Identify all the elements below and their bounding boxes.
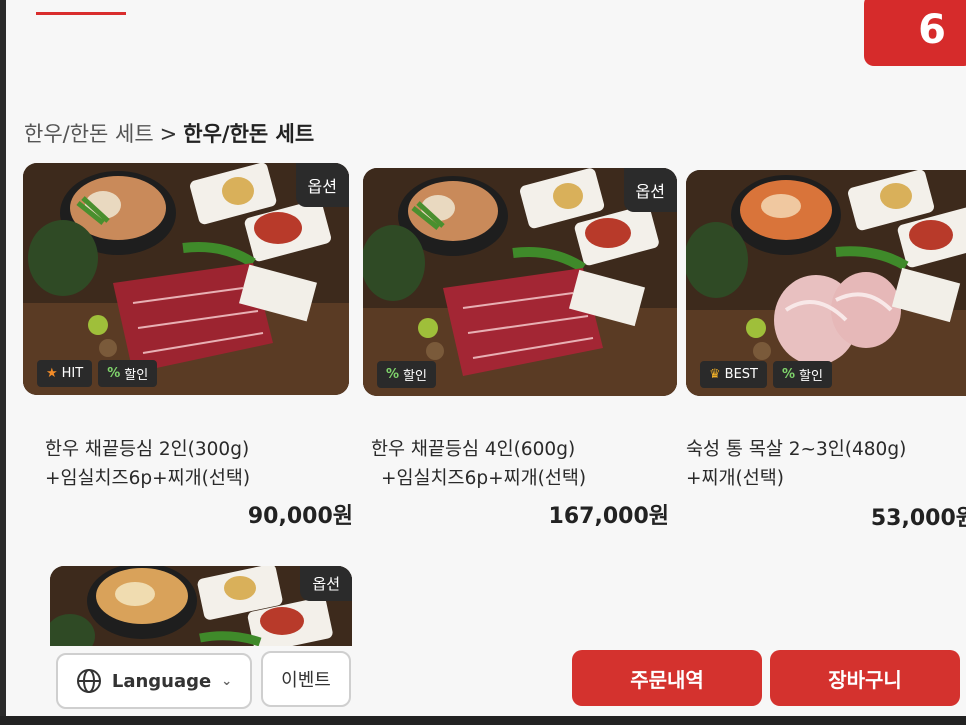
active-category-underline xyxy=(36,12,126,15)
option-badge: 옵션 xyxy=(623,168,677,212)
globe-icon xyxy=(76,669,101,693)
discount-tag: % 할인 xyxy=(772,361,832,388)
product-card-2[interactable]: 옵션 % 할인 한우 채끝등심 4인(600g) +임실치즈6p+찌개(선택) 1… xyxy=(363,168,683,529)
best-tag: ♛ BEST xyxy=(700,361,767,388)
product-price: 53,000원 xyxy=(870,506,966,531)
cart-count-badge[interactable]: 6 xyxy=(864,0,966,66)
chevron-down-icon: ⌄ xyxy=(221,673,233,689)
product-name-line1: 한우 채끝등심 2인(300g) xyxy=(45,439,250,460)
tag-label: 할인 xyxy=(799,369,823,384)
product-image[interactable]: 옵션 ★ HIT % 할인 xyxy=(23,163,349,395)
kiosk-screen: 6 한우/한돈 세트 > 한우/한돈 세트 옵션 ★ HIT % 할인 한우 채… xyxy=(6,0,966,718)
percent-icon: % xyxy=(386,367,400,382)
breadcrumb-separator: > xyxy=(159,122,178,146)
discount-tag: % 할인 xyxy=(98,360,158,387)
cart-label: 장바구니 xyxy=(828,667,902,692)
percent-icon: % xyxy=(107,366,121,381)
product-image[interactable]: 옵션 % 할인 xyxy=(363,168,677,396)
tag-label: BEST xyxy=(724,367,758,382)
product-name: 한우 채끝등심 4인(600g) +임실치즈6p+찌개(선택) xyxy=(371,435,586,493)
hit-tag: ★ HIT xyxy=(37,360,93,387)
product-name-line2: +찌개(선택) xyxy=(686,468,785,489)
product-image[interactable]: 옵션 xyxy=(50,566,352,646)
event-label: 이벤트 xyxy=(281,670,331,691)
product-name-line2: +임실치즈6p+찌개(선택) xyxy=(45,468,251,489)
option-badge: 옵션 xyxy=(300,566,352,601)
product-image[interactable]: ♛ BEST % 할인 xyxy=(686,170,966,396)
product-tags: ♛ BEST % 할인 xyxy=(700,361,832,388)
order-history-button[interactable]: 주문내역 xyxy=(572,650,762,706)
discount-tag: % 할인 xyxy=(377,361,436,388)
event-button[interactable]: 이벤트 xyxy=(261,651,351,707)
crown-icon: ♛ xyxy=(709,367,721,382)
tag-label: 할인 xyxy=(124,368,149,383)
language-label: Language xyxy=(111,670,212,692)
breadcrumb: 한우/한돈 세트 > 한우/한돈 세트 xyxy=(24,118,314,148)
percent-icon: % xyxy=(781,367,796,382)
breadcrumb-current: 한우/한돈 세트 xyxy=(183,122,315,146)
breadcrumb-parent[interactable]: 한우/한돈 세트 xyxy=(24,122,154,146)
product-name: 숙성 통 목살 2~3인(480g) +찌개(선택) xyxy=(686,435,906,493)
cart-button[interactable]: 장바구니 xyxy=(770,650,960,706)
product-card-1[interactable]: 옵션 ★ HIT % 할인 한우 채끝등심 2인(300g) +임실치즈6p+찌개(… xyxy=(23,163,353,529)
product-card-3[interactable]: ♛ BEST % 할인 숙성 통 목살 2~3인(480g) +찌개(선택) 53,… xyxy=(686,170,966,531)
product-name-line1: 한우 채끝등심 4인(600g) xyxy=(371,439,576,460)
order-history-label: 주문내역 xyxy=(630,667,704,692)
product-tags: % 할인 xyxy=(377,361,436,388)
tag-label: HIT xyxy=(61,366,84,381)
language-button[interactable]: Language ⌄ xyxy=(56,653,252,709)
product-price: 167,000원 xyxy=(548,504,669,529)
product-price: 90,000원 xyxy=(247,504,353,529)
screen-bezel-bottom xyxy=(0,716,966,725)
option-badge: 옵션 xyxy=(295,163,349,207)
product-name: 한우 채끝등심 2인(300g) +임실치즈6p+찌개(선택) xyxy=(45,435,250,493)
product-name-line1: 숙성 통 목살 2~3인(480g) xyxy=(686,439,907,460)
tag-label: 할인 xyxy=(403,369,427,384)
product-card-4[interactable]: 옵션 xyxy=(50,566,352,646)
product-name-line2: +임실치즈6p+찌개(선택) xyxy=(381,468,587,489)
product-tags: ★ HIT % 할인 xyxy=(37,360,158,387)
star-icon: ★ xyxy=(46,366,58,381)
